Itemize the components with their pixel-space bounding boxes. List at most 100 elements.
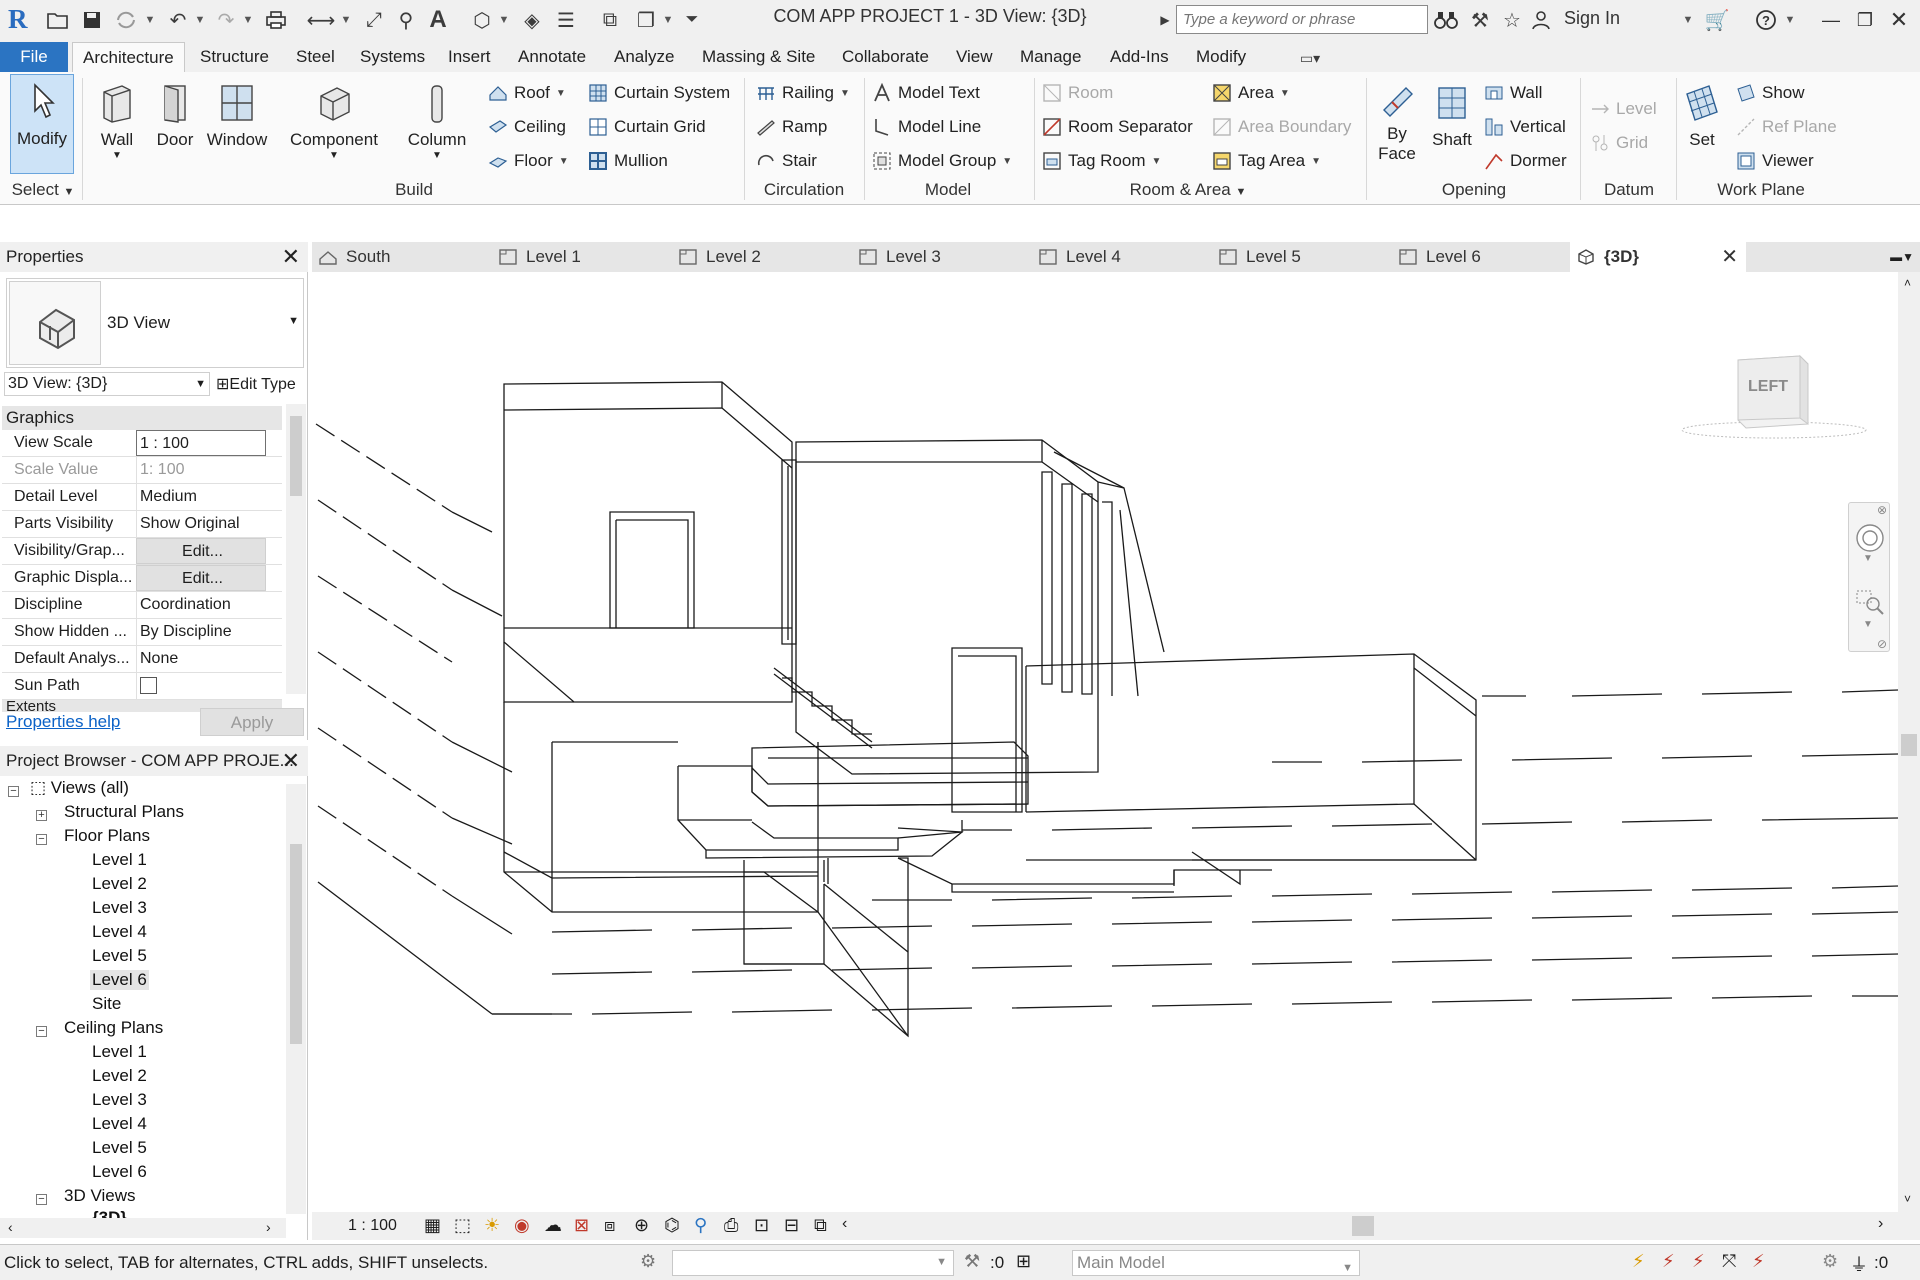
print-icon[interactable] [262, 6, 290, 34]
tree-views-all[interactable]: ⬚ Views (all) [30, 778, 129, 798]
viewer-button[interactable]: Viewer [1736, 148, 1814, 174]
component-button[interactable]: Component ▼ [284, 76, 384, 168]
drawing-canvas[interactable] [312, 272, 1899, 1212]
visibility-graphics-edit-button[interactable]: Edit... [136, 538, 266, 564]
tab-collaborate[interactable]: Collaborate [832, 42, 939, 72]
crop-view-icon[interactable]: ⊠ [574, 1215, 589, 1236]
select-pinned-icon[interactable]: ⚡ [1692, 1251, 1705, 1272]
vertical-opening-button[interactable]: Vertical [1484, 114, 1566, 140]
minimize-icon[interactable]: — [1816, 6, 1846, 34]
visual-style-icon[interactable]: ⬚ [454, 1215, 471, 1236]
view-tab-3d[interactable]: {3D} ✕ [1570, 242, 1746, 272]
model-group-button[interactable]: Model Group ▼ [872, 148, 1012, 174]
ref-plane-button[interactable]: Ref Plane [1736, 114, 1837, 140]
set-work-plane-button[interactable]: Set [1682, 76, 1722, 168]
unlocked-3d-view-icon[interactable]: ⊕ [634, 1215, 649, 1236]
select-links-icon[interactable]: ⚡ [1632, 1251, 1645, 1272]
tree-floor-level-6[interactable]: Level 6 [90, 970, 149, 990]
chevron-down-icon[interactable]: ▼ [242, 6, 254, 34]
tree-ceiling-level-4[interactable]: Level 4 [92, 1114, 147, 1134]
tab-add-ins[interactable]: Add-Ins [1100, 42, 1179, 72]
view-tab-south[interactable]: South [312, 242, 488, 272]
tab-structure[interactable]: Structure [190, 42, 279, 72]
tab-systems[interactable]: Systems [350, 42, 435, 72]
view-tab-level-2[interactable]: Level 2 [672, 242, 848, 272]
view-tab-level-3[interactable]: Level 3 [852, 242, 1028, 272]
reveal-hidden-icon[interactable]: ⚲ [694, 1215, 707, 1236]
switch-windows-icon[interactable]: ❐ [632, 6, 660, 34]
reveal-constraints-icon[interactable]: ⊟ [784, 1215, 799, 1236]
subscription-center-icon[interactable]: ⚒ [1466, 6, 1494, 34]
scroll-right-icon[interactable]: › [1878, 1215, 1883, 1233]
window-button[interactable]: Window [204, 76, 270, 168]
redo-icon[interactable]: ↷ [212, 6, 240, 34]
scroll-right-icon[interactable]: › [266, 1219, 271, 1235]
tab-view[interactable]: View [946, 42, 1003, 72]
tree-ceiling-plans[interactable]: Ceiling Plans [64, 1018, 163, 1038]
property-group-graphics[interactable]: Graphics [2, 406, 282, 430]
worksharing-display-icon[interactable]: ⊡ [754, 1215, 769, 1236]
analytical-model-icon[interactable]: ⧉ [814, 1215, 827, 1236]
properties-help-link[interactable]: Properties help [6, 712, 120, 732]
show-work-plane-button[interactable]: Show [1736, 80, 1805, 106]
railing-button[interactable]: Railing ▼ [756, 80, 850, 106]
tree-floor-level-3[interactable]: Level 3 [92, 898, 147, 918]
close-icon[interactable]: ✕ [282, 746, 300, 776]
curtain-grid-button[interactable]: Curtain Grid [588, 114, 706, 140]
open-icon[interactable] [44, 6, 72, 34]
mullion-button[interactable]: Mullion [588, 148, 668, 174]
project-browser-scrollbar[interactable] [286, 784, 306, 1214]
ribbon-minimize-toggle-icon[interactable]: ▭▾ [1290, 44, 1330, 72]
temporary-view-properties-icon[interactable]: ⎙ [724, 1215, 738, 1236]
worksets-icon[interactable]: ⚙ [640, 1251, 656, 1272]
sync-icon[interactable] [112, 6, 140, 34]
wall-button[interactable]: Wall ▼ [90, 76, 144, 168]
tab-massing-site[interactable]: Massing & Site [692, 42, 825, 72]
measure-icon[interactable]: ⟷ [304, 6, 338, 34]
dormer-button[interactable]: Dormer [1484, 148, 1567, 174]
view-tab-level-4[interactable]: Level 4 [1032, 242, 1208, 272]
thin-lines-icon[interactable]: ☰ [552, 6, 580, 34]
tab-insert[interactable]: Insert [438, 42, 501, 72]
select-underlay-icon[interactable]: ⚡ [1662, 1251, 1675, 1272]
collapse-toggle[interactable]: − [36, 834, 47, 845]
tree-ceiling-level-1[interactable]: Level 1 [92, 1042, 147, 1062]
roof-button[interactable]: Roof ▼ [488, 80, 566, 106]
project-browser-horizontal-scrollbar[interactable]: ‹ › [0, 1218, 286, 1238]
type-selector[interactable]: 3D View ▼ [6, 278, 304, 368]
view-tab-level-1[interactable]: Level 1 [492, 242, 668, 272]
tab-architecture[interactable]: Architecture [72, 42, 185, 72]
viewcube[interactable]: LEFT [1674, 334, 1874, 444]
tab-annotate[interactable]: Annotate [508, 42, 596, 72]
scroll-down-icon[interactable]: ˅ [1904, 1192, 1911, 1206]
scroll-left-icon[interactable]: ‹ [842, 1215, 847, 1233]
help-icon[interactable]: ? [1752, 6, 1780, 34]
tree-floor-site[interactable]: Site [92, 994, 121, 1014]
chevron-down-icon[interactable]: ▼ [498, 6, 510, 34]
property-row-discipline[interactable]: Discipline Coordination [2, 592, 282, 619]
modify-button[interactable]: Modify [10, 74, 74, 174]
zoom-region-icon[interactable] [1855, 589, 1885, 620]
tab-manage[interactable]: Manage [1010, 42, 1091, 72]
detail-level-icon[interactable]: ▦ [424, 1215, 441, 1236]
scroll-left-icon[interactable]: ‹ [8, 1219, 13, 1235]
room-button[interactable]: Room [1042, 80, 1113, 106]
close-icon[interactable]: ✕ [1721, 242, 1738, 272]
view-scale-button[interactable]: 1 : 100 [348, 1217, 397, 1235]
restore-icon[interactable]: ❐ [1850, 6, 1880, 34]
design-options-icon[interactable]: ⊞ [1016, 1251, 1031, 1272]
tab-file[interactable]: File [0, 42, 68, 72]
customize-toolbar-icon[interactable]: ⏷ [682, 6, 702, 34]
close-icon[interactable]: ✕ [282, 242, 300, 272]
sun-path-icon[interactable]: ☀ [484, 1215, 500, 1236]
collapse-toggle[interactable]: − [36, 1194, 47, 1205]
horizontal-scroll-thumb[interactable] [1352, 1216, 1374, 1236]
grid-button[interactable]: Grid [1590, 130, 1648, 156]
curtain-system-button[interactable]: Curtain System [588, 80, 730, 106]
design-option-dropdown[interactable]: Main Model ▼ [1072, 1250, 1360, 1276]
chevron-down-icon[interactable]: ▼ [340, 6, 352, 34]
tree-floor-level-4[interactable]: Level 4 [92, 922, 147, 942]
3d-view-icon[interactable]: ⬡ [468, 6, 496, 34]
aligned-dimension-icon[interactable]: ⤢ [360, 6, 388, 34]
tab-modify[interactable]: Modify [1186, 42, 1256, 72]
